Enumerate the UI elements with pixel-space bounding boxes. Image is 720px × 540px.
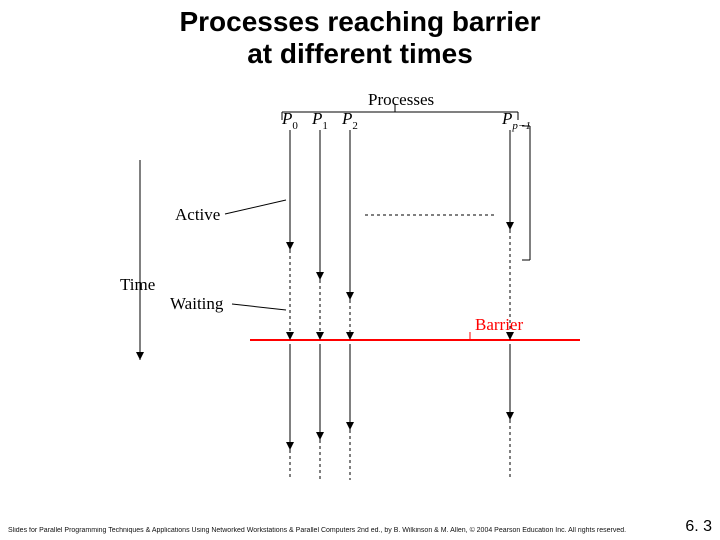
label-waiting: Waiting bbox=[170, 294, 223, 314]
diagram-stage: P0P1P2Pp−1 bbox=[0, 0, 720, 540]
page-number: 6. 3 bbox=[685, 518, 712, 536]
label-active: Active bbox=[175, 205, 220, 225]
diagram-svg: P0P1P2Pp−1 bbox=[0, 0, 720, 540]
label-barrier: Barrier bbox=[475, 315, 523, 335]
label-processes: Processes bbox=[368, 90, 434, 110]
label-time: Time bbox=[120, 275, 155, 295]
footer-note: Slides for Parallel Programming Techniqu… bbox=[8, 527, 680, 534]
